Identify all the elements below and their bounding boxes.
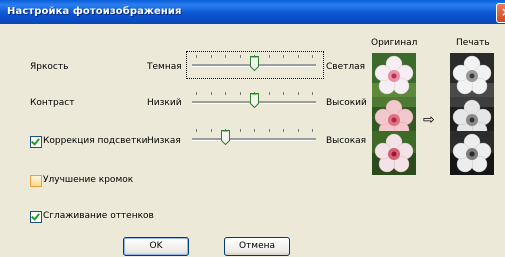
slider-tick — [298, 129, 299, 132]
slider-tick — [312, 92, 313, 95]
slider-tick — [298, 92, 299, 95]
slider-tick — [283, 92, 284, 95]
title-bar: Настройка фотоизображения × — [0, 0, 505, 24]
slider-tick — [240, 92, 241, 95]
backlight-min-label: Низкая — [147, 136, 181, 146]
original-preview-image-3 — [372, 131, 416, 175]
backlight-max-label: Высокая — [326, 136, 367, 146]
smoothing-checkbox[interactable] — [30, 211, 42, 223]
slider-tick — [269, 92, 270, 95]
slider-tick — [196, 129, 197, 132]
slider-tick — [312, 55, 313, 58]
edge-enhance-label[interactable]: Улучшение кромок — [43, 175, 133, 185]
smoothing-label[interactable]: Сглаживание оттенков — [43, 211, 154, 221]
slider-tick — [196, 92, 197, 95]
slider-tick — [254, 129, 255, 132]
arrow-right-icon: ⇨ — [423, 112, 435, 128]
backlight-slider[interactable] — [192, 128, 316, 148]
ok-button[interactable]: OK — [123, 237, 189, 256]
slider-tick — [298, 55, 299, 58]
slider-tick — [225, 55, 226, 58]
slider-tick — [211, 129, 212, 132]
slider-thumb[interactable] — [250, 56, 259, 72]
backlight-checkbox[interactable] — [30, 136, 42, 148]
original-preview-image-1 — [372, 53, 416, 97]
slider-tick — [240, 55, 241, 58]
slider-thumb[interactable] — [221, 130, 230, 146]
slider-thumb[interactable] — [250, 93, 259, 109]
window-title: Настройка фотоизображения — [7, 6, 182, 17]
photo-settings-dialog: Настройка фотоизображения × Яркость Темн… — [0, 0, 505, 257]
brightness-max-label: Светлая — [326, 62, 366, 72]
slider-tick — [269, 129, 270, 132]
contrast-min-label: Низкий — [147, 98, 182, 108]
print-preview-image-1 — [450, 53, 494, 97]
contrast-slider[interactable] — [192, 91, 316, 111]
slider-tick — [269, 55, 270, 58]
brightness-label: Яркость — [30, 62, 69, 72]
cancel-button[interactable]: Отмена — [224, 237, 290, 256]
edge-enhance-checkbox[interactable] — [30, 175, 42, 187]
slider-tick — [225, 92, 226, 95]
close-button[interactable]: × — [496, 3, 505, 23]
slider-tick — [211, 55, 212, 58]
slider-tick — [312, 129, 313, 132]
slider-tick — [196, 55, 197, 58]
contrast-label: Контраст — [30, 98, 75, 108]
slider-tick — [283, 129, 284, 132]
contrast-max-label: Высокий — [326, 98, 367, 108]
print-label: Печать — [456, 38, 490, 48]
slider-tick — [240, 129, 241, 132]
brightness-min-label: Темная — [147, 62, 182, 72]
slider-tick — [283, 55, 284, 58]
slider-tick — [211, 92, 212, 95]
print-preview-image-3 — [450, 131, 494, 175]
brightness-slider[interactable] — [192, 54, 316, 74]
slider-track — [192, 138, 316, 141]
original-label: Оригинал — [371, 38, 418, 48]
backlight-label[interactable]: Коррекция подсветки — [43, 136, 147, 146]
